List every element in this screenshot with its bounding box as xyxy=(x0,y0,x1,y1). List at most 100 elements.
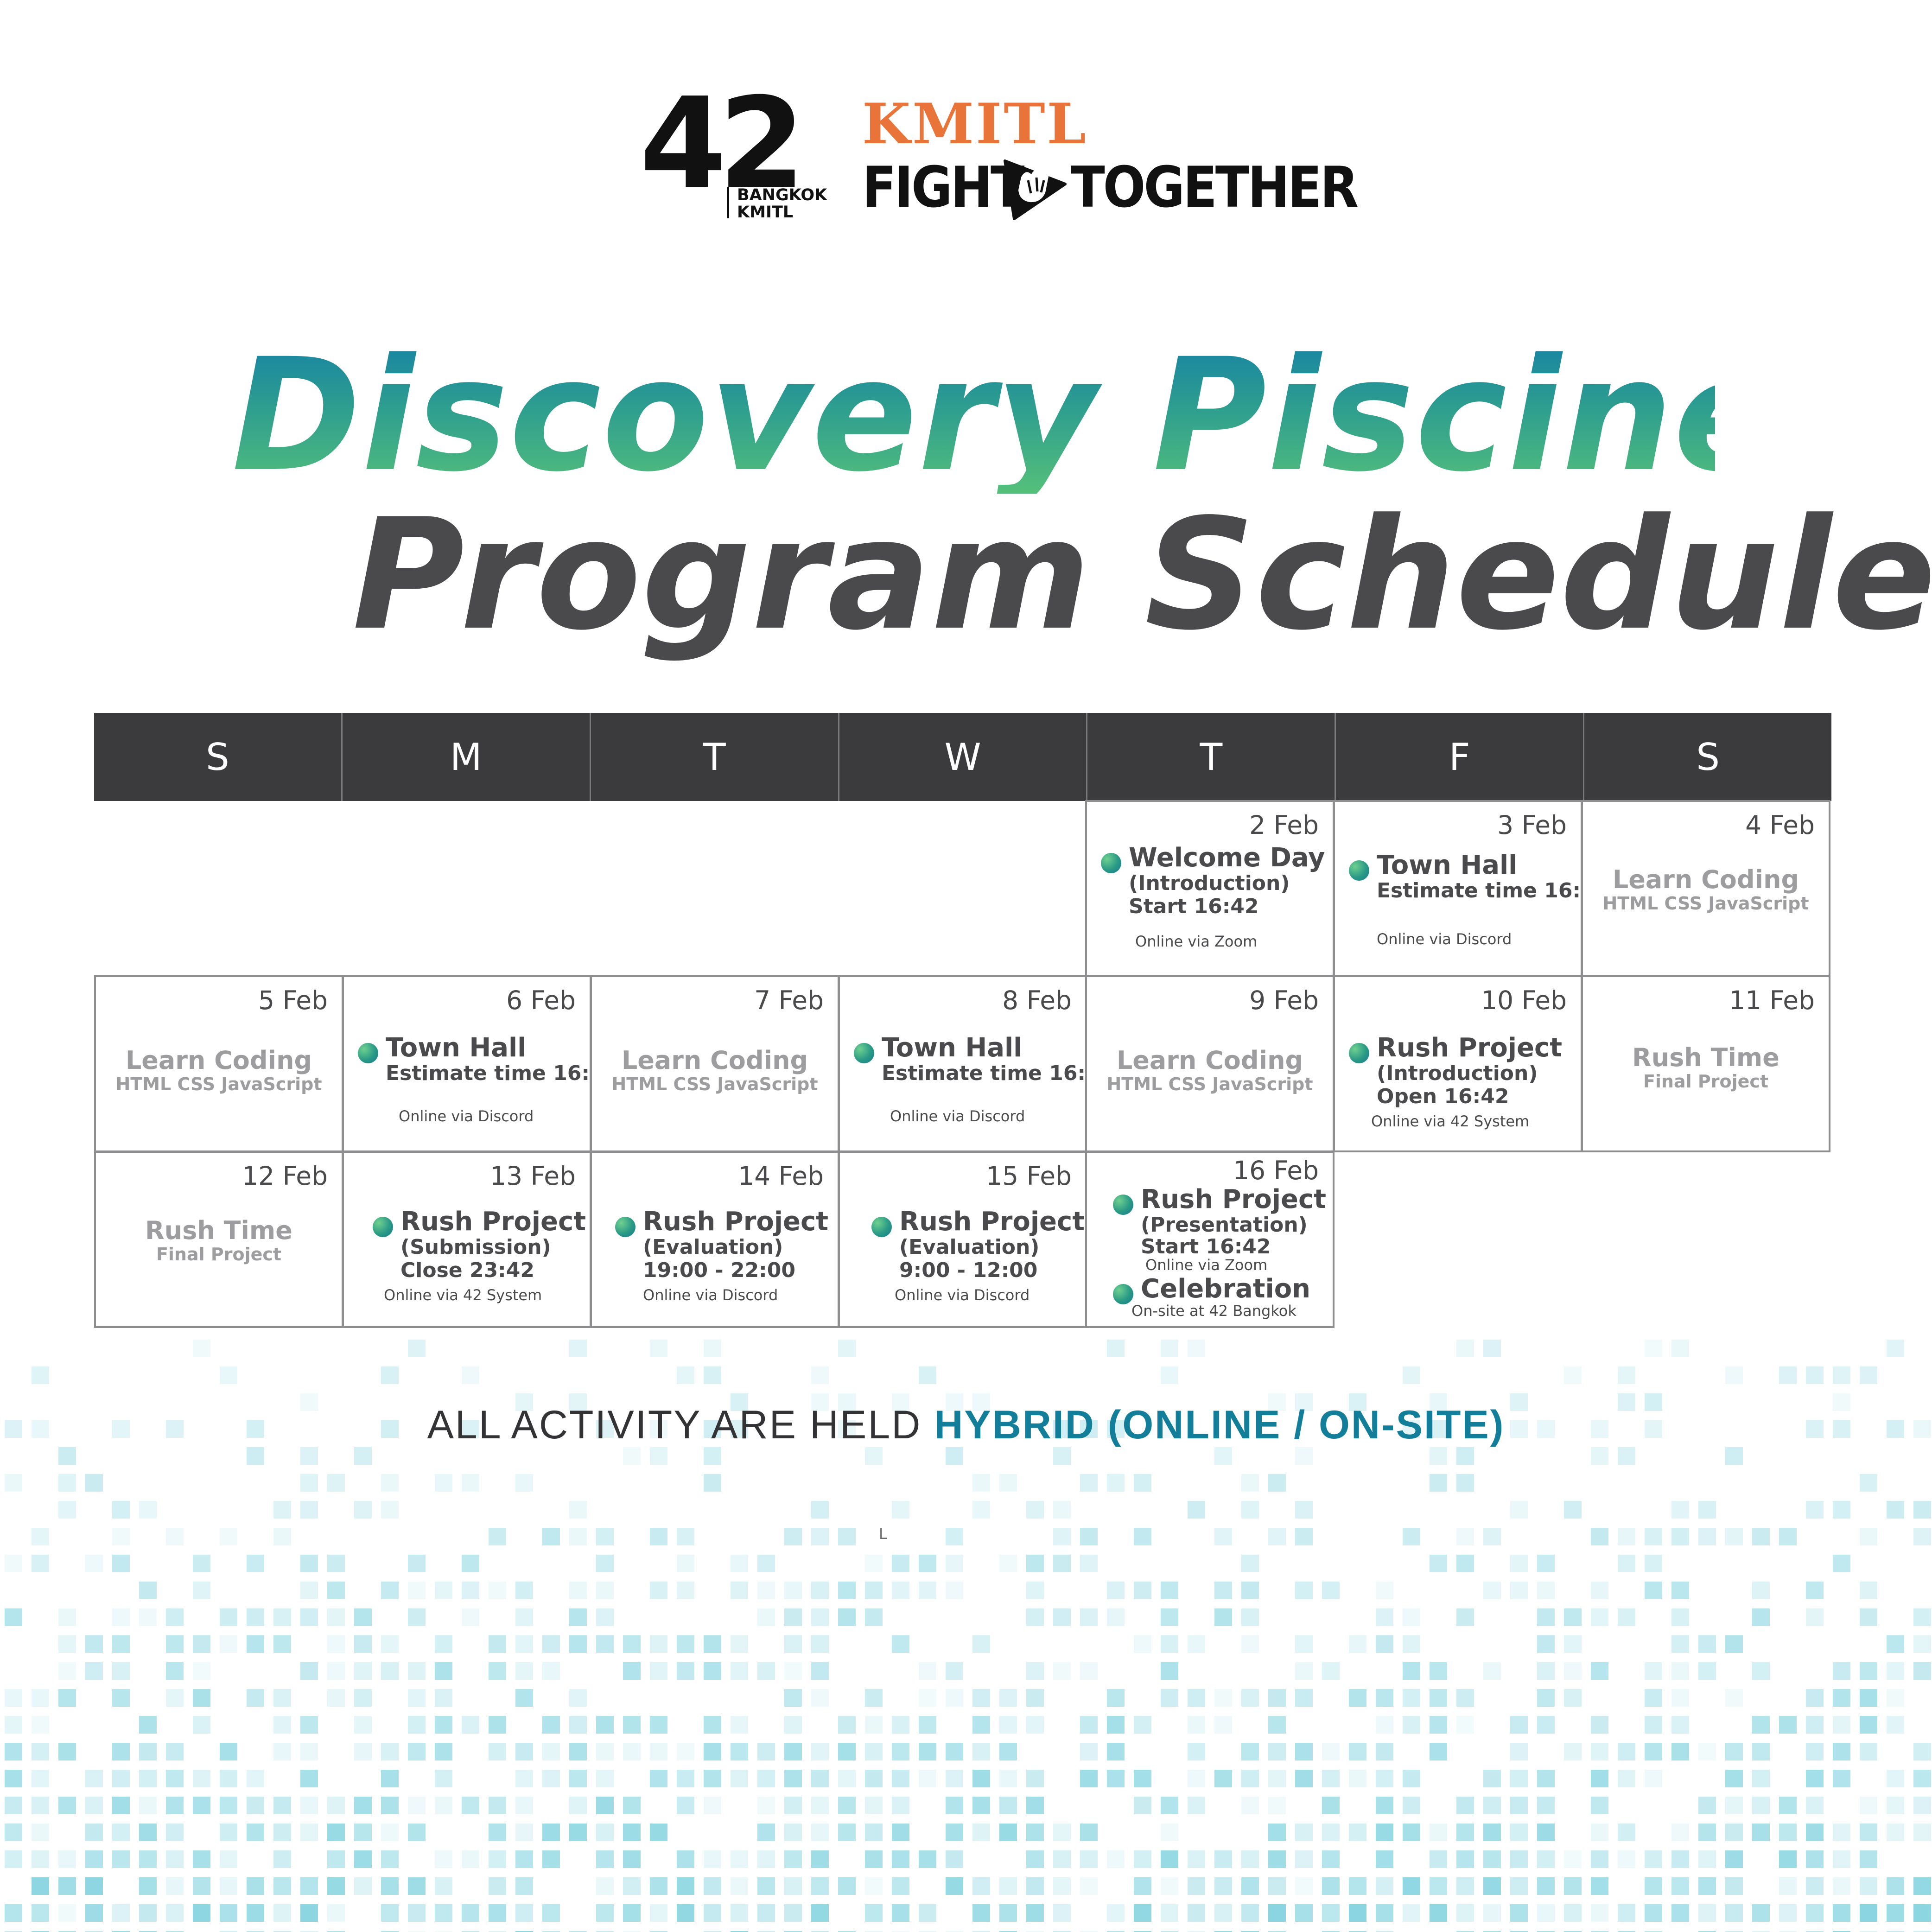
pixel-tile xyxy=(1833,1689,1850,1707)
pixel-tile xyxy=(408,1340,426,1357)
day-date: 9 Feb xyxy=(1249,985,1319,1015)
pixel-tile xyxy=(1537,1555,1555,1572)
pixel-tile xyxy=(273,1877,291,1895)
pixel-tile xyxy=(1591,1743,1608,1760)
pixel-tile xyxy=(1860,1366,1877,1384)
pixel-tile xyxy=(865,1904,883,1922)
pixel-tile xyxy=(1241,1608,1259,1626)
pixel-tile xyxy=(1456,1447,1474,1465)
pixel-tile xyxy=(1483,1528,1501,1545)
pixel-tile xyxy=(273,1743,291,1760)
pixel-tile xyxy=(1618,1366,1635,1384)
pixel-tile xyxy=(1887,1689,1904,1707)
pixel-tile xyxy=(300,1501,318,1519)
event-detail: Start 16:42 xyxy=(1129,895,1259,919)
pixel-tile xyxy=(273,1528,291,1545)
pixel-tile xyxy=(1752,1797,1770,1814)
pixel-tile xyxy=(865,1608,883,1626)
muted-activity: Learn Coding HTML CSS JavaScript xyxy=(592,1047,838,1095)
pixel-tile xyxy=(972,1689,990,1707)
pixel-tile xyxy=(838,1582,856,1599)
pixel-tile xyxy=(1806,1501,1824,1519)
pixel-tile xyxy=(811,1366,829,1384)
pixel-tile xyxy=(1403,1824,1420,1841)
event-location: Online via Zoom xyxy=(1145,1256,1268,1274)
pixel-tile xyxy=(865,1850,883,1868)
pixel-tile xyxy=(1026,1904,1044,1922)
pixel-tile xyxy=(1618,1447,1635,1465)
pixel-tile xyxy=(220,1743,237,1760)
pixel-tile xyxy=(1322,1582,1340,1599)
pixel-tile xyxy=(139,1877,157,1895)
pixel-tile xyxy=(704,1340,721,1357)
pixel-tile xyxy=(166,1797,184,1814)
pixel-tile xyxy=(1671,1501,1689,1519)
pixel-tile xyxy=(731,1770,748,1787)
pixel-tile xyxy=(1322,1662,1340,1680)
pixel-tile xyxy=(677,1366,694,1384)
pixel-tile xyxy=(1779,1904,1797,1922)
event-title: Rush Project xyxy=(899,1207,1085,1237)
pixel-tile xyxy=(247,1608,264,1626)
pixel-tile xyxy=(1725,1447,1743,1465)
pixel-tile xyxy=(1564,1366,1582,1384)
pixel-tile xyxy=(1887,1635,1904,1653)
pixel-tile xyxy=(1645,1340,1662,1357)
pixel-tile xyxy=(515,1635,533,1653)
day-cell-4-feb: 4 Feb Learn Coding HTML CSS JavaScript xyxy=(1581,800,1830,977)
day-cell-11-feb: 11 Feb Rush Time Final Project xyxy=(1581,975,1830,1152)
pixel-tile xyxy=(1188,1501,1205,1519)
pixel-tile xyxy=(972,1770,990,1787)
pixel-tile xyxy=(1376,1582,1393,1599)
pixel-tile xyxy=(1618,1904,1635,1922)
pixel-tile xyxy=(569,1501,587,1519)
pixel-tile xyxy=(1161,1689,1178,1707)
day-date: 4 Feb xyxy=(1745,810,1815,840)
pixel-tile xyxy=(596,1797,614,1814)
pixel-tile xyxy=(999,1716,1017,1734)
pixel-tile xyxy=(596,1904,614,1922)
event-title: Rush Project xyxy=(643,1207,828,1237)
pixel-tile xyxy=(300,1904,318,1922)
pixel-tile xyxy=(1618,1555,1635,1572)
pixel-tile xyxy=(166,1743,184,1760)
pixel-tile xyxy=(1134,1850,1151,1868)
pixel-tile xyxy=(58,1608,76,1626)
pixel-tile xyxy=(515,1904,533,1922)
pixel-tile xyxy=(112,1743,130,1760)
pixel-tile xyxy=(1080,1824,1098,1841)
pixel-tile xyxy=(811,1877,829,1895)
pixel-tile xyxy=(1698,1797,1716,1814)
pixel-tile xyxy=(1752,1716,1770,1734)
pixel-tile xyxy=(1779,1850,1797,1868)
event-detail: Start 16:42 xyxy=(1141,1235,1271,1259)
pixel-tile xyxy=(273,1850,291,1868)
pixel-tile xyxy=(1645,1689,1662,1707)
pixel-tile xyxy=(1268,1743,1286,1760)
pixel-tile xyxy=(1779,1528,1797,1545)
pixel-tile xyxy=(408,1555,426,1572)
pixel-tile xyxy=(1053,1850,1071,1868)
pixel-tile xyxy=(139,1608,157,1626)
pixel-tile xyxy=(1188,1340,1205,1357)
pixel-tile xyxy=(1483,1340,1501,1357)
pixel-tile xyxy=(58,1635,76,1653)
pixel-tile xyxy=(1080,1608,1098,1626)
pixel-tile xyxy=(865,1824,883,1841)
pixel-tile xyxy=(247,1447,264,1465)
day-cell-12-feb: 12 Feb Rush Time Final Project xyxy=(94,1151,343,1328)
event-welcome-day: Welcome Day (Introduction) Start 16:42 O… xyxy=(1101,844,1327,950)
pixel-tile xyxy=(1376,1797,1393,1814)
event-title: Celebration xyxy=(1141,1274,1311,1304)
event-detail: (Submission) xyxy=(400,1235,551,1259)
pixel-tile xyxy=(112,1850,130,1868)
pixel-tile xyxy=(1107,1743,1125,1760)
pixel-tile xyxy=(381,1904,399,1922)
pixel-tile xyxy=(1860,1743,1877,1760)
pixel-tile xyxy=(650,1824,667,1841)
pixel-tile xyxy=(220,1797,237,1814)
pixel-tile xyxy=(946,1797,963,1814)
pixel-tile xyxy=(1026,1662,1044,1680)
pixel-tile xyxy=(435,1770,452,1787)
muted-activity-subtitle: HTML CSS JavaScript xyxy=(115,1074,322,1094)
